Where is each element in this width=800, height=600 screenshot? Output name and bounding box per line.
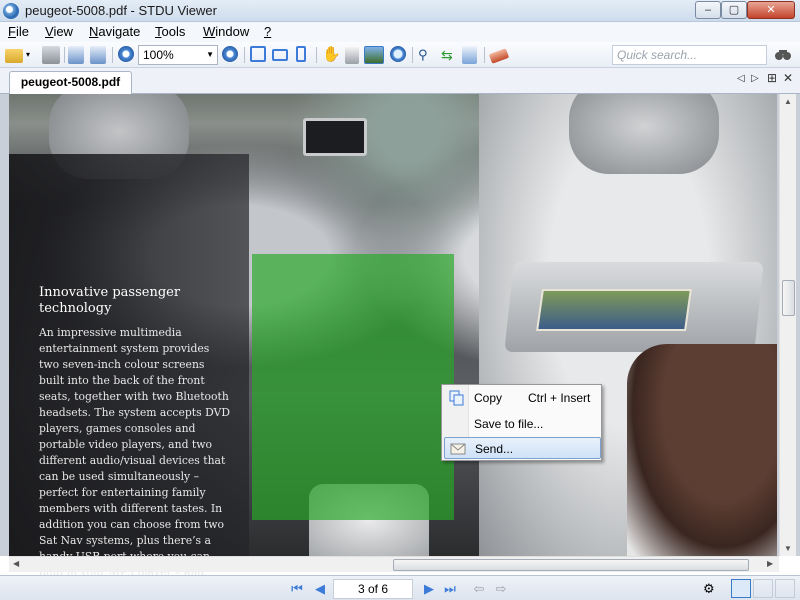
app-icon <box>3 3 19 19</box>
tab-list-icon[interactable]: ⊞ <box>767 71 777 85</box>
tab-document[interactable]: peugeot-5008.pdf <box>9 71 132 94</box>
hand-tool-icon[interactable]: ✋ <box>322 46 341 64</box>
zoom-in-icon[interactable] <box>222 46 238 62</box>
print-icon[interactable] <box>42 46 60 64</box>
continuous-view-icon[interactable] <box>775 579 795 598</box>
context-menu: Copy Ctrl + Insert Save to file... Send.… <box>441 384 602 461</box>
scroll-up-icon[interactable]: ▲ <box>784 97 792 106</box>
toolbar-separator <box>484 47 485 63</box>
back-icon[interactable]: ⇦ <box>471 581 487 597</box>
toolbar-separator <box>64 47 65 63</box>
tab-scroll-left-icon[interactable]: ◁ <box>737 73 745 84</box>
sync-icon[interactable]: ⇆ <box>441 46 459 64</box>
document-tab-bar: peugeot-5008.pdf ◁ ▷ ⊞ ✕ <box>0 68 800 94</box>
context-menu-copy-shortcut: Ctrl + Insert <box>528 391 591 405</box>
page-number-input[interactable]: 3 of 6 <box>333 579 413 599</box>
horizontal-scroll-thumb[interactable] <box>393 559 749 571</box>
toolbar: ▾ 100% ▼ ✋ ⚲ ⇆ Quick search... <box>0 42 800 68</box>
copy-icon[interactable] <box>462 46 477 64</box>
toolbar-separator <box>412 47 413 63</box>
context-menu-save-to-file[interactable]: Save to file... <box>444 413 601 435</box>
page-image-book <box>536 289 692 331</box>
facing-pages-view-icon[interactable] <box>753 579 773 598</box>
scroll-right-icon[interactable]: ▶ <box>767 559 773 568</box>
menu-bar: File View Navigate Tools Window ? <box>0 22 800 42</box>
single-page-view-icon[interactable] <box>731 579 751 598</box>
page-image-passenger <box>627 344 777 556</box>
bookmark-icon[interactable] <box>488 48 510 64</box>
last-page-icon[interactable]: ⏭ <box>442 581 458 597</box>
page-heading: Innovative passenger technology <box>39 285 181 316</box>
tab-close-icon[interactable]: ✕ <box>783 71 793 85</box>
fit-width-icon[interactable] <box>272 49 288 61</box>
zoom-select[interactable]: 100% ▼ <box>138 45 218 65</box>
menu-help[interactable]: ? <box>262 24 273 39</box>
settings-icon[interactable]: ⚙ <box>702 579 722 598</box>
previous-page-icon[interactable]: ◀ <box>312 581 328 597</box>
fit-page-icon[interactable] <box>250 46 266 62</box>
copy-pages-icon[interactable] <box>68 46 84 64</box>
window-title: peugeot-5008.pdf - STDU Viewer <box>25 3 217 18</box>
toolbar-separator <box>112 47 113 63</box>
zoom-out-icon[interactable] <box>118 46 134 62</box>
chevron-down-icon[interactable]: ▾ <box>26 50 34 68</box>
snapshot-icon[interactable] <box>364 46 384 64</box>
title-bar: peugeot-5008.pdf - STDU Viewer – ▢ ✕ <box>0 0 800 22</box>
scroll-left-icon[interactable]: ◀ <box>13 559 19 568</box>
menu-tools[interactable]: Tools <box>153 24 187 39</box>
context-menu-save-label: Save to file... <box>474 417 544 431</box>
tab-scroll-right-icon[interactable]: ▷ <box>751 73 759 84</box>
toolbar-separator <box>244 47 245 63</box>
text-select-icon[interactable] <box>345 46 359 64</box>
menu-view[interactable]: View <box>43 24 75 39</box>
page-image-headrest-right <box>569 94 719 174</box>
maximize-button[interactable]: ▢ <box>721 1 747 19</box>
open-folder-icon[interactable] <box>5 49 23 63</box>
chevron-down-icon: ▼ <box>206 50 214 59</box>
close-button[interactable]: ✕ <box>747 1 795 19</box>
forward-icon[interactable]: ⇨ <box>493 581 509 597</box>
horizontal-scrollbar[interactable]: ◀ ▶ <box>9 556 779 572</box>
first-page-icon[interactable]: ⏮ <box>289 581 305 597</box>
menu-navigate[interactable]: Navigate <box>87 24 142 39</box>
selection-highlight[interactable] <box>252 254 454 520</box>
context-menu-copy-label: Copy <box>474 391 503 405</box>
fit-height-icon[interactable] <box>296 46 306 62</box>
find-icon[interactable]: ⚲ <box>418 46 436 64</box>
email-icon <box>450 443 466 455</box>
toolbar-separator <box>316 47 317 63</box>
zoom-value: 100% <box>143 48 174 62</box>
menu-file[interactable]: File <box>6 24 31 39</box>
context-menu-send-label: Send... <box>475 442 514 456</box>
context-menu-send[interactable]: Send... <box>444 437 601 459</box>
minimize-button[interactable]: – <box>695 1 721 19</box>
export-icon[interactable] <box>90 46 106 64</box>
copy-icon <box>449 390 464 406</box>
search-icon[interactable] <box>774 46 794 64</box>
vertical-scrollbar[interactable]: ▲ ▼ <box>779 94 796 556</box>
vertical-scroll-thumb[interactable] <box>782 280 795 316</box>
page-image-dashboard-screen <box>303 118 367 156</box>
quick-search-input[interactable]: Quick search... <box>612 45 767 65</box>
scroll-down-icon[interactable]: ▼ <box>784 544 792 553</box>
next-page-icon[interactable]: ▶ <box>421 581 437 597</box>
zoom-select-icon[interactable] <box>390 46 406 62</box>
menu-window[interactable]: Window <box>201 24 251 39</box>
status-bar: ⏮ ◀ 3 of 6 ▶ ⏭ ⇦ ⇨ ⚙ <box>0 575 800 600</box>
document-viewer[interactable]: Innovative passenger technology An impre… <box>0 94 800 600</box>
context-menu-copy[interactable]: Copy Ctrl + Insert <box>444 387 601 409</box>
